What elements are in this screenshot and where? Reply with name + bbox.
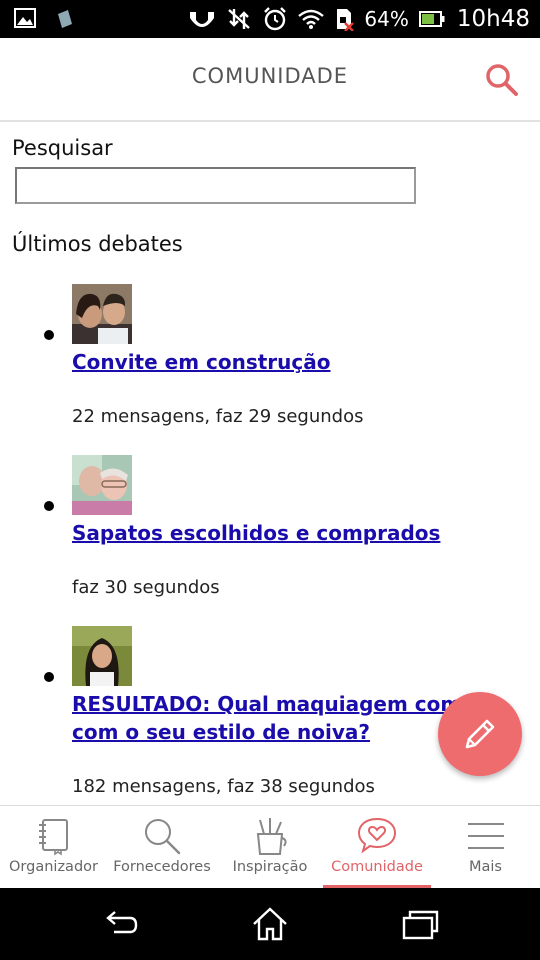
- search-icon: [486, 64, 518, 96]
- nav-item-inspiracao[interactable]: Inspiração: [217, 806, 323, 889]
- status-bar: 64% 10h48: [0, 0, 540, 38]
- avatar[interactable]: [72, 626, 132, 686]
- pencil-icon: [465, 719, 495, 749]
- recent-apps-button[interactable]: [400, 904, 440, 944]
- bottom-nav: Organizador Fornecedores Inspiração Comu…: [0, 805, 540, 889]
- heart-chat-icon: [357, 817, 397, 854]
- bullet: [44, 330, 54, 340]
- alarm-icon: [264, 7, 287, 31]
- nav-label: Inspiração: [232, 859, 308, 875]
- avatar[interactable]: [72, 284, 132, 344]
- nav-item-mais[interactable]: Mais: [431, 806, 540, 889]
- sim-notification-icon: [58, 10, 72, 28]
- header-search-button[interactable]: [484, 62, 520, 98]
- notebook-icon: [38, 819, 68, 856]
- wifi-icon: [298, 9, 325, 29]
- home-button[interactable]: [250, 904, 290, 944]
- debate-meta: 182 mensagens, faz 38 segundos: [72, 776, 375, 797]
- recent-apps-icon: [402, 910, 439, 940]
- list-item: Sapatos escolhidos e comprados faz 30 se…: [44, 455, 532, 605]
- gallery-notification-icon: [14, 8, 36, 28]
- nfc-icon: [190, 12, 215, 27]
- section-title-latest-debates: Últimos debates: [12, 232, 183, 256]
- search-icon: [145, 819, 181, 855]
- debate-link-line-2: com o seu estilo de noiva?: [72, 720, 371, 744]
- bullet: [44, 672, 54, 682]
- avatar[interactable]: [72, 455, 132, 515]
- back-arrow-icon: [106, 911, 138, 934]
- home-icon: [253, 907, 287, 941]
- pencil-cup-icon: [256, 818, 287, 855]
- search-input[interactable]: [15, 167, 416, 204]
- page-title: COMUNIDADE: [191, 64, 349, 88]
- battery-percent: 64%: [364, 7, 409, 31]
- nav-label: Fornecedores: [113, 859, 211, 875]
- debate-link[interactable]: Convite em construção: [72, 348, 472, 376]
- debate-meta: 22 mensagens, faz 29 segundos: [72, 406, 364, 427]
- system-nav-bar: [0, 888, 540, 960]
- app-header: COMUNIDADE: [0, 38, 540, 122]
- battery-icon: [418, 11, 445, 27]
- nav-label: Comunidade: [331, 859, 423, 875]
- data-off-icon: [228, 9, 251, 29]
- debate-link[interactable]: Sapatos escolhidos e comprados: [72, 519, 472, 547]
- debate-meta: faz 30 segundos: [72, 577, 220, 598]
- nav-item-organizador[interactable]: Organizador: [0, 806, 107, 889]
- search-label: Pesquisar: [12, 136, 113, 160]
- nav-label: Organizador: [9, 859, 98, 875]
- nav-label: Mais: [469, 859, 502, 875]
- list-item: Convite em construção 22 mensagens, faz …: [44, 284, 532, 434]
- clock: 10h48: [456, 6, 530, 32]
- compose-button[interactable]: [438, 692, 522, 776]
- hamburger-menu-icon: [467, 823, 504, 849]
- nav-item-comunidade[interactable]: Comunidade: [323, 806, 431, 889]
- back-button[interactable]: [100, 904, 140, 944]
- bullet: [44, 501, 54, 511]
- debate-link-line-1: RESULTADO: Qual maquiagem comb: [72, 692, 476, 716]
- nav-item-fornecedores[interactable]: Fornecedores: [107, 806, 217, 889]
- no-sim-icon: [337, 9, 355, 31]
